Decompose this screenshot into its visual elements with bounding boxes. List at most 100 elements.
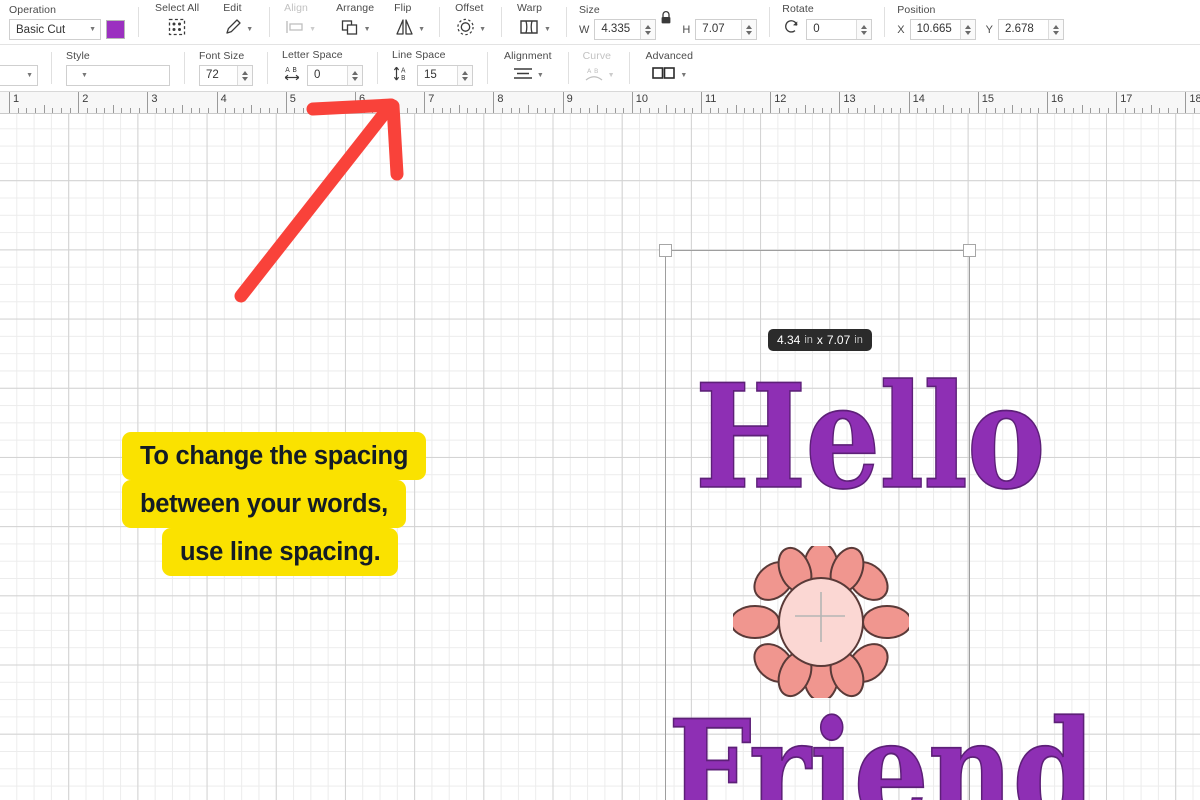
ruler-minor-tick <box>857 108 858 113</box>
letter-space-input[interactable]: 0 <box>307 65 363 86</box>
ruler-minor-tick <box>554 108 555 113</box>
position-y-input[interactable]: 2.678 <box>998 19 1064 40</box>
ruler-minor-tick <box>1142 108 1143 113</box>
arrange-icon[interactable] <box>340 17 361 42</box>
select-all-group[interactable]: Select All <box>143 0 211 44</box>
design-canvas[interactable]: Hello <box>0 114 1200 800</box>
offset-group[interactable]: Offset ▼ <box>444 0 497 44</box>
advanced-icon[interactable] <box>651 65 677 86</box>
line-space-input[interactable]: 15 <box>417 65 473 86</box>
offset-icon[interactable] <box>455 17 476 42</box>
resize-handle-top-left[interactable] <box>659 244 672 257</box>
ruler-major-tick <box>355 92 356 113</box>
ruler-minor-tick <box>649 108 650 113</box>
arrange-group[interactable]: Arrange ▼ <box>326 0 384 44</box>
chevron-down-icon[interactable]: ▼ <box>364 26 371 33</box>
ruler-major-tick <box>9 92 10 113</box>
ruler-minor-tick <box>606 108 607 113</box>
artwork-flower-image[interactable] <box>733 546 909 698</box>
size-width-input[interactable]: 4.335 <box>594 19 656 40</box>
font-size-input[interactable]: 72 <box>199 65 253 86</box>
size-height-input[interactable]: 7.07 <box>695 19 757 40</box>
ruler-minor-tick <box>234 108 235 113</box>
ruler-minor-tick <box>891 108 892 113</box>
horizontal-ruler[interactable]: 123456789101112131415161718 <box>0 92 1200 114</box>
ruler-minor-tick <box>1168 108 1169 113</box>
ruler-minor-tick <box>277 108 278 113</box>
ruler-minor-tick <box>173 108 174 113</box>
font-size-stepper[interactable] <box>237 66 252 85</box>
chevron-down-icon[interactable]: ▼ <box>544 26 551 33</box>
artwork-text-hello[interactable]: Hello <box>695 366 1045 509</box>
font-select[interactable]: ▼ <box>0 65 38 86</box>
alignment-label: Alignment <box>504 50 552 62</box>
ruler-minor-tick <box>1012 105 1013 113</box>
ruler-minor-tick <box>1082 105 1083 113</box>
svg-text:B: B <box>594 67 598 75</box>
alignment-icon[interactable] <box>512 65 534 86</box>
chevron-down-icon: ▼ <box>309 26 316 33</box>
advanced-group[interactable]: Advanced ▼ <box>634 45 706 91</box>
artwork-text-friend[interactable]: Friend <box>668 702 1094 800</box>
ruler-minor-tick <box>1159 108 1160 113</box>
operation-color-swatch[interactable] <box>106 20 125 39</box>
rotate-handle-top-right[interactable] <box>963 244 976 257</box>
ruler-minor-tick <box>675 108 676 113</box>
divider <box>568 52 569 84</box>
ruler-minor-tick <box>658 108 659 113</box>
ruler-minor-tick <box>1064 108 1065 113</box>
chevron-down-icon[interactable]: ▼ <box>680 72 687 79</box>
ruler-minor-tick <box>623 108 624 113</box>
warp-group[interactable]: Warp ▼ <box>506 0 562 44</box>
position-group: Position X 10.665 Y 2.678 <box>889 0 1072 44</box>
size-lock-group[interactable] <box>664 0 682 44</box>
rotate-stepper[interactable] <box>856 20 871 39</box>
flip-icon[interactable] <box>394 17 415 42</box>
divider <box>267 52 268 84</box>
alignment-group[interactable]: Alignment ▼ <box>492 45 564 91</box>
select-all-icon[interactable] <box>167 17 187 42</box>
lock-icon[interactable] <box>659 10 673 31</box>
top-toolbar: Operation Basic Cut ▼ Select All <box>0 0 1200 45</box>
rotate-input[interactable]: 0 <box>806 19 872 40</box>
position-x-input[interactable]: 10.665 <box>910 19 976 40</box>
chevron-down-icon[interactable]: ▼ <box>537 72 544 79</box>
warp-icon[interactable] <box>517 17 541 42</box>
style-select[interactable]: ▼ <box>66 65 170 86</box>
ruler-minor-tick <box>943 105 944 113</box>
flip-group[interactable]: Flip ▼ <box>384 0 435 44</box>
line-space-stepper[interactable] <box>457 66 472 85</box>
line-space-label: Line Space <box>392 49 473 61</box>
position-y-stepper[interactable] <box>1048 20 1063 39</box>
ruler-minor-tick <box>865 108 866 113</box>
ruler-minor-tick <box>416 108 417 113</box>
edit-group[interactable]: Edit ▼ <box>211 0 265 44</box>
chevron-down-icon[interactable]: ▼ <box>479 26 486 33</box>
ruler-minor-tick <box>900 108 901 113</box>
ruler-tick-label: 7 <box>428 93 434 105</box>
ruler-minor-tick <box>182 105 183 113</box>
rotate-icon[interactable] <box>782 18 801 41</box>
size-badge-times: x <box>817 333 823 347</box>
ruler-minor-tick <box>537 108 538 113</box>
divider <box>377 52 378 84</box>
pencil-icon[interactable] <box>223 17 243 42</box>
operation-select[interactable]: Basic Cut ▼ <box>9 19 101 40</box>
divider <box>439 7 440 37</box>
size-height-stepper[interactable] <box>741 20 756 39</box>
ruler-major-tick <box>286 92 287 113</box>
ruler-major-tick <box>1116 92 1117 113</box>
letter-space-stepper[interactable] <box>347 66 362 85</box>
callout-line-3: use line spacing. <box>162 528 398 576</box>
chevron-down-icon[interactable]: ▼ <box>246 26 253 33</box>
size-width-stepper[interactable] <box>640 20 655 39</box>
ruler-minor-tick <box>450 108 451 113</box>
ruler-tick-label: 2 <box>82 93 88 105</box>
chevron-down-icon[interactable]: ▼ <box>418 26 425 33</box>
callout-line-2: between your words, <box>122 480 406 528</box>
position-x-stepper[interactable] <box>960 20 975 39</box>
ruler-minor-tick <box>1030 108 1031 113</box>
ruler-minor-tick <box>35 108 36 113</box>
ruler-minor-tick <box>251 105 252 113</box>
ruler-minor-tick <box>615 108 616 113</box>
